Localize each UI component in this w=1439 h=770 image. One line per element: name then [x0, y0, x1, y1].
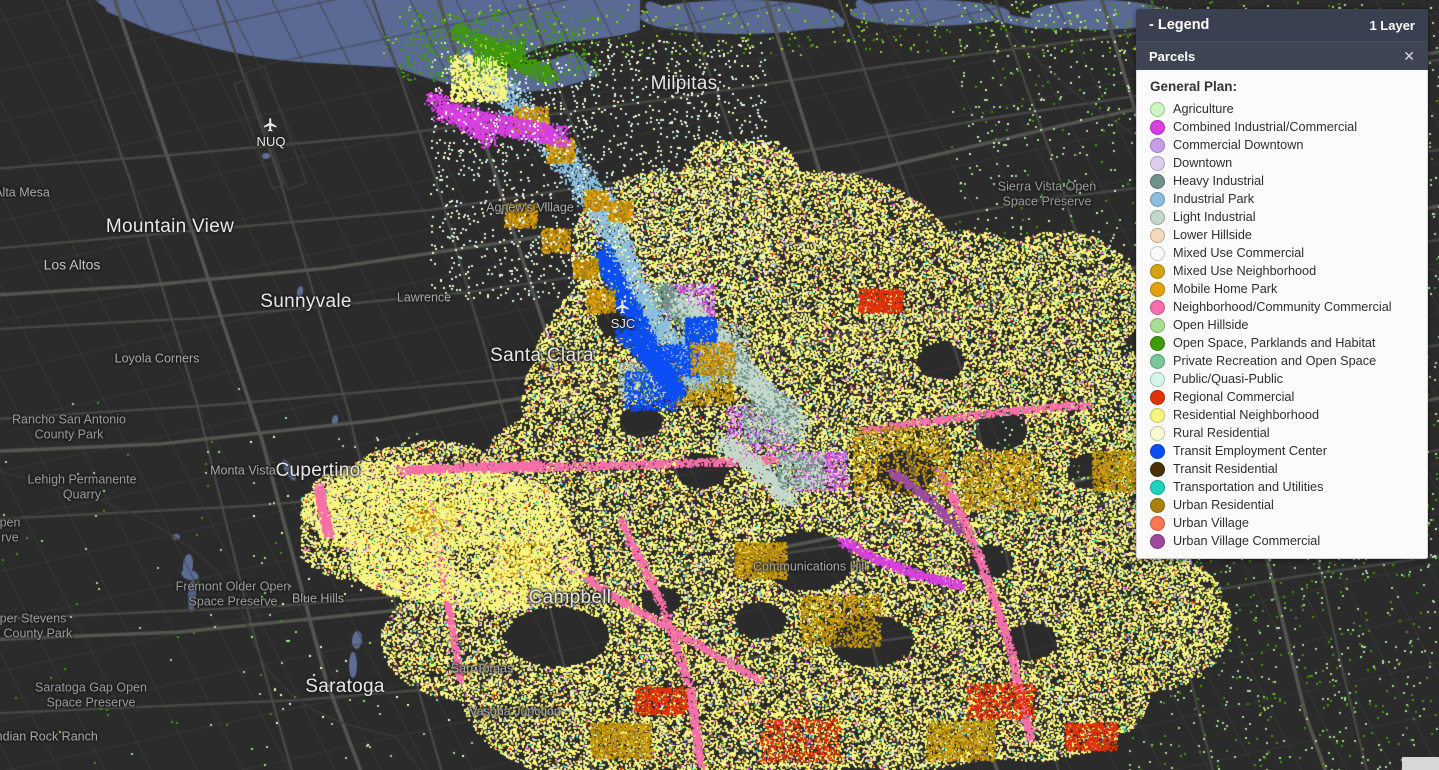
legend-swatch-icon — [1150, 515, 1165, 531]
legend-item: Open Space, Parklands and Habitat — [1137, 334, 1427, 352]
legend-item-label: Residential Neighborhood — [1173, 408, 1320, 422]
legend-swatch-icon — [1150, 263, 1165, 279]
legend-item: Public/Quasi-Public — [1137, 370, 1427, 388]
legend-swatch-icon — [1150, 155, 1165, 171]
legend-item: Light Industrial — [1137, 208, 1427, 226]
legend-item-label: Transportation and Utilities — [1173, 480, 1324, 494]
legend-item: Commercial Downtown — [1137, 136, 1427, 154]
legend-item: Agriculture — [1137, 100, 1427, 118]
legend-item: Rural Residential — [1137, 424, 1427, 442]
legend-swatch-icon — [1150, 335, 1165, 351]
legend-item: Neighborhood/Community Commercial — [1137, 298, 1427, 316]
legend-swatch-icon — [1150, 101, 1165, 117]
legend-item-label: Mixed Use Neighborhood — [1173, 264, 1317, 278]
legend-item-label: Urban Village Commercial — [1173, 534, 1321, 548]
legend-swatch-icon — [1150, 209, 1165, 225]
legend-item-label: Regional Commercial — [1173, 390, 1295, 404]
legend-item-label: Combined Industrial/Commercial — [1173, 120, 1358, 134]
legend-swatch-icon — [1150, 371, 1165, 387]
legend-panel[interactable]: - Legend 1 Layer Parcels ✕ General Plan:… — [1136, 9, 1428, 559]
legend-swatch-icon — [1150, 299, 1165, 315]
legend-item-label: Transit Employment Center — [1173, 444, 1327, 458]
legend-item-label: Neighborhood/Community Commercial — [1173, 300, 1392, 314]
legend-item-label: Commercial Downtown — [1173, 138, 1304, 152]
legend-swatch-icon — [1150, 119, 1165, 135]
legend-swatch-icon — [1150, 281, 1165, 297]
legend-item-label: Urban Residential — [1173, 498, 1274, 512]
legend-group-title: General Plan: — [1150, 79, 1238, 94]
layer-name: Parcels — [1149, 48, 1196, 64]
legend-item: Urban Residential — [1137, 496, 1427, 514]
legend-swatch-icon — [1150, 227, 1165, 243]
legend-swatch-icon — [1150, 425, 1165, 441]
legend-swatch-icon — [1150, 245, 1165, 261]
legend-swatch-icon — [1150, 353, 1165, 369]
legend-item-label: Public/Quasi-Public — [1173, 372, 1284, 386]
legend-item-label: Light Industrial — [1173, 210, 1256, 224]
legend-swatch-icon — [1150, 389, 1165, 405]
legend-swatch-icon — [1150, 461, 1165, 477]
legend-item: Urban Village Commercial — [1137, 532, 1427, 550]
legend-item-label: Agriculture — [1173, 102, 1234, 116]
legend-header[interactable]: - Legend 1 Layer — [1136, 9, 1428, 41]
legend-item: Mixed Use Commercial — [1137, 244, 1427, 262]
legend-item: Transit Employment Center — [1137, 442, 1427, 460]
legend-item: Mobile Home Park — [1137, 280, 1427, 298]
legend-swatch-icon — [1150, 173, 1165, 189]
legend-item: Heavy Industrial — [1137, 172, 1427, 190]
legend-swatch-icon — [1150, 317, 1165, 333]
legend-item: Transit Residential — [1137, 460, 1427, 478]
horizontal-scrollbar[interactable] — [1402, 757, 1439, 770]
legend-item: Private Recreation and Open Space — [1137, 352, 1427, 370]
legend-body: General Plan: Agriculture Combined Indust… — [1136, 70, 1428, 559]
legend-swatch-icon — [1150, 191, 1165, 207]
legend-item-label: Heavy Industrial — [1173, 174, 1264, 188]
legend-layer-count: 1 Layer — [1369, 17, 1415, 33]
legend-layer-row[interactable]: Parcels ✕ — [1136, 41, 1428, 70]
legend-item-label: Urban Village — [1173, 516, 1249, 530]
legend-item-label: Industrial Park — [1173, 192, 1255, 206]
legend-item: Residential Neighborhood — [1137, 406, 1427, 424]
legend-item-list: Agriculture Combined Industrial/Commercia… — [1137, 100, 1427, 550]
legend-item-label: Rural Residential — [1173, 426, 1270, 440]
legend-swatch-icon — [1150, 479, 1165, 495]
legend-item: Regional Commercial — [1137, 388, 1427, 406]
legend-title: - Legend — [1149, 17, 1210, 33]
legend-item: Industrial Park — [1137, 190, 1427, 208]
legend-item-label: Lower Hillside — [1173, 228, 1252, 242]
legend-item: Mixed Use Neighborhood — [1137, 262, 1427, 280]
close-icon[interactable]: ✕ — [1403, 49, 1415, 63]
legend-item-label: Open Hillside — [1173, 318, 1249, 332]
legend-swatch-icon — [1150, 137, 1165, 153]
legend-item: Transportation and Utilities — [1137, 478, 1427, 496]
legend-item-label: Private Recreation and Open Space — [1173, 354, 1377, 368]
legend-item-label: Downtown — [1173, 156, 1233, 170]
legend-item: Open Hillside — [1137, 316, 1427, 334]
legend-item-label: Open Space, Parklands and Habitat — [1173, 336, 1376, 350]
legend-item-label: Mobile Home Park — [1173, 282, 1278, 296]
legend-item: Downtown — [1137, 154, 1427, 172]
legend-swatch-icon — [1150, 443, 1165, 459]
legend-swatch-icon — [1150, 533, 1165, 549]
legend-item-label: Transit Residential — [1173, 462, 1278, 476]
legend-swatch-icon — [1150, 497, 1165, 513]
legend-swatch-icon — [1150, 407, 1165, 423]
legend-item: Urban Village — [1137, 514, 1427, 532]
legend-item: Combined Industrial/Commercial — [1137, 118, 1427, 136]
legend-item-label: Mixed Use Commercial — [1173, 246, 1305, 260]
legend-item: Lower Hillside — [1137, 226, 1427, 244]
